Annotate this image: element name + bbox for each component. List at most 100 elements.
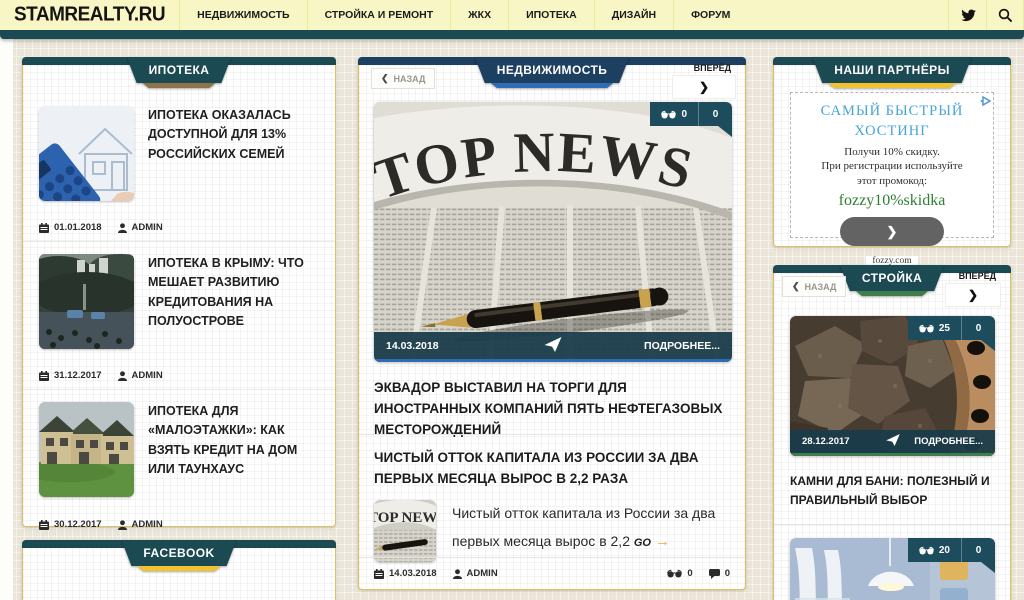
ad-headline-line2: ХОСТИНГ: [795, 122, 989, 142]
partners-section-title: НАШИ ПАРТНЁРЫ: [812, 57, 971, 83]
calculator-house-image[interactable]: [39, 106, 134, 201]
ad-cta-button[interactable]: ❯: [840, 217, 944, 246]
site-logo[interactable]: STAMREALTY.RU: [0, 0, 179, 31]
calendar-icon: [39, 223, 49, 233]
calendar-icon: [39, 520, 49, 530]
page: { "header": { "logo": "STAMREALTY.RU", "…: [0, 0, 1024, 600]
nav-item-stroika-remont[interactable]: СТРОЙКА И РЕМОНТ: [307, 0, 451, 30]
ad-body-line2: При регистрации используйте: [795, 159, 989, 173]
article-author: ADMIN: [132, 370, 163, 381]
views-glasses-icon: [667, 569, 682, 578]
realty-panel: НЕДВИЖИМОСТЬ ❮НАЗАД ВПЕРЁД ❯ TOP NEWS: [358, 57, 746, 590]
realty-bottom-meta: 14.03.2018 ADMIN 0 0: [359, 557, 745, 589]
back-label: НАЗАД: [805, 282, 837, 292]
sauna-stones-image[interactable]: 25 0 28.12.2017 ПОДРОБНЕЕ...: [790, 316, 995, 456]
article-title[interactable]: ИПОТЕКА ОКАЗАЛАСЬ ДОСТУПНОЙ ДЛЯ 13% РОСС…: [148, 106, 319, 201]
featured-badges: 0 0: [650, 102, 732, 126]
article-date: 01.01.2018: [54, 222, 102, 233]
mortgage-section-title: ИПОТЕКА: [127, 57, 232, 83]
article-meta: 01.01.2018 ADMIN: [39, 222, 319, 233]
article-date: 30.12.2017: [54, 519, 102, 530]
excerpt-text-block: Чистый отток капитала из России за два п…: [452, 500, 730, 557]
hosting-ad[interactable]: САМЫЙ БЫСТРЫЙХОСТИНГ Получи 10% скидку.П…: [790, 92, 994, 238]
meta-views: 0: [687, 568, 692, 579]
article-top: ИПОТЕКА ДЛЯ «МАЛОЭТАЖКИ»: КАК ВЗЯТЬ КРЕД…: [39, 402, 319, 497]
stroika-back-button[interactable]: ❮НАЗАД: [782, 276, 846, 297]
thumbnail-headline-text: TOP NEWS: [374, 510, 436, 526]
stroika-panel: СТРОЙКА ❮НАЗАД ВПЕРЁД ❯ 25 0: [773, 265, 1011, 600]
calendar-icon: [39, 371, 49, 381]
back-label: НАЗАД: [394, 74, 426, 84]
views-badge: 25: [908, 316, 961, 340]
bathroom-interior-image[interactable]: 20 0: [790, 538, 995, 600]
nav-item-zhkh[interactable]: ЖКХ: [450, 0, 508, 30]
excerpt-row: TOP NEWS Чистый отток капитала из России…: [374, 500, 730, 562]
top-news-thumbnail[interactable]: TOP NEWS: [374, 500, 436, 562]
ad-promo-code: fozzy10%skidka: [795, 192, 989, 210]
views-glasses-icon: [919, 546, 934, 555]
realty-section-title: НЕДВИЖИМОСТЬ: [475, 57, 629, 83]
facebook-ribbon: FACEBOOK: [121, 540, 236, 571]
comments-badge: 0: [961, 538, 995, 562]
badge-tail: [981, 340, 995, 351]
realty-forward-button[interactable]: ❯: [672, 75, 736, 99]
nav-item-nedvizhimost[interactable]: НЕДВИЖИМОСТЬ: [179, 0, 306, 30]
paper-plane-icon: [886, 434, 900, 449]
chevron-left-icon: ❮: [381, 73, 389, 84]
headline-capital-outflow[interactable]: ЧИСТЫЙ ОТТОК КАПИТАЛА ИЗ РОССИИ ЗА ДВА П…: [374, 448, 730, 490]
card-badges: 25 0: [908, 316, 995, 340]
card-info-bar: 28.12.2017 ПОДРОБНЕЕ...: [790, 430, 995, 456]
card-more-link[interactable]: ПОДРОБНЕЕ...: [914, 436, 983, 447]
mortgage-ribbon: ИПОТЕКА: [127, 57, 232, 88]
comments-badge: 0: [961, 316, 995, 340]
divider: [359, 434, 745, 435]
nav-spacer: [747, 0, 948, 30]
ad-body: Получи 10% скидку.При регистрации исполь…: [795, 145, 989, 188]
article-author: ADMIN: [132, 519, 163, 530]
comments-count: 0: [976, 323, 982, 334]
partners-ribbon-edge: [828, 83, 955, 88]
card-date: 28.12.2017: [802, 436, 850, 447]
views-glasses-icon: [661, 110, 676, 119]
realty-ribbon: НЕДВИЖИМОСТЬ: [475, 57, 629, 88]
featured-more-link[interactable]: ПОДРОБНЕЕ...: [644, 340, 720, 352]
realty-ribbon-edge: [491, 83, 613, 88]
nav-item-ipoteka[interactable]: ИПОТЕКА: [508, 0, 594, 30]
list-item[interactable]: ИПОТЕКА ДЛЯ «МАЛОЭТАЖКИ»: КАК ВЗЯТЬ КРЕД…: [23, 390, 335, 538]
nav-item-forum[interactable]: ФОРУМ: [673, 0, 747, 30]
top-news-image[interactable]: TOP NEWS 0 0 14.03.2018 ПОДРОБНЕЕ: [374, 102, 732, 362]
article-meta: 30.12.2017 ADMIN: [39, 519, 319, 530]
go-arrow-icon[interactable]: →: [655, 533, 670, 550]
featured-date: 14.03.2018: [386, 340, 439, 352]
headline-ecuador[interactable]: ЭКВАДОР ВЫСТАВИЛ НА ТОРГИ ДЛЯ ИНОСТРАННЫ…: [374, 378, 730, 441]
list-item[interactable]: ИПОТЕКА ОКАЗАЛАСЬ ДОСТУПНОЙ ДЛЯ 13% РОСС…: [23, 94, 335, 242]
nav-item-dizain[interactable]: ДИЗАЙН: [594, 0, 673, 30]
author-icon: [453, 569, 462, 579]
facebook-panel: FACEBOOK: [22, 540, 336, 600]
featured-info-bar: 14.03.2018 ПОДРОБНЕЕ...: [374, 332, 732, 362]
adchoices-icon[interactable]: [980, 94, 992, 112]
realty-back-button[interactable]: ❮ НАЗАД: [371, 68, 435, 89]
article-title[interactable]: ИПОТЕКА ДЛЯ «МАЛОЭТАЖКИ»: КАК ВЗЯТЬ КРЕД…: [148, 402, 319, 497]
divider: [774, 524, 1010, 525]
badge-tail: [981, 562, 995, 573]
article-top: ИПОТЕКА ОКАЗАЛАСЬ ДОСТУПНОЙ ДЛЯ 13% РОСС…: [39, 106, 319, 201]
author-icon: [118, 520, 127, 530]
meta-comments: 0: [725, 568, 730, 579]
article-title[interactable]: ИПОТЕКА В КРЫМУ: ЧТО МЕШАЕТ РАЗВИТИЮ КРЕ…: [148, 254, 319, 349]
facebook-section-title: FACEBOOK: [121, 540, 236, 566]
article-author: ADMIN: [132, 222, 163, 233]
views-badge: 20: [908, 538, 961, 562]
crimea-coast-image[interactable]: [39, 254, 134, 349]
stroika-forward-button[interactable]: ❯: [945, 283, 1001, 307]
townhouse-image[interactable]: [39, 402, 134, 497]
search-icon[interactable]: [986, 0, 1024, 30]
comments-count: 0: [976, 545, 982, 556]
list-item[interactable]: ИПОТЕКА В КРЫМУ: ЧТО МЕШАЕТ РАЗВИТИЮ КРЕ…: [23, 242, 335, 390]
stroika-headline[interactable]: КАМНИ ДЛЯ БАНИ: ПОЛЕЗНЫЙ И ПРАВИЛЬНЫЙ ВЫ…: [790, 472, 994, 509]
mortgage-panel: ИПОТЕКА ИПОТЕКА ОКАЗАЛАСЬ ДОСТУПНОЙ ДЛЯ …: [22, 57, 336, 527]
go-link[interactable]: GO: [634, 537, 651, 549]
twitter-icon[interactable]: [948, 0, 986, 30]
views-glasses-icon: [919, 324, 934, 333]
page-left-gutter: [0, 39, 13, 600]
